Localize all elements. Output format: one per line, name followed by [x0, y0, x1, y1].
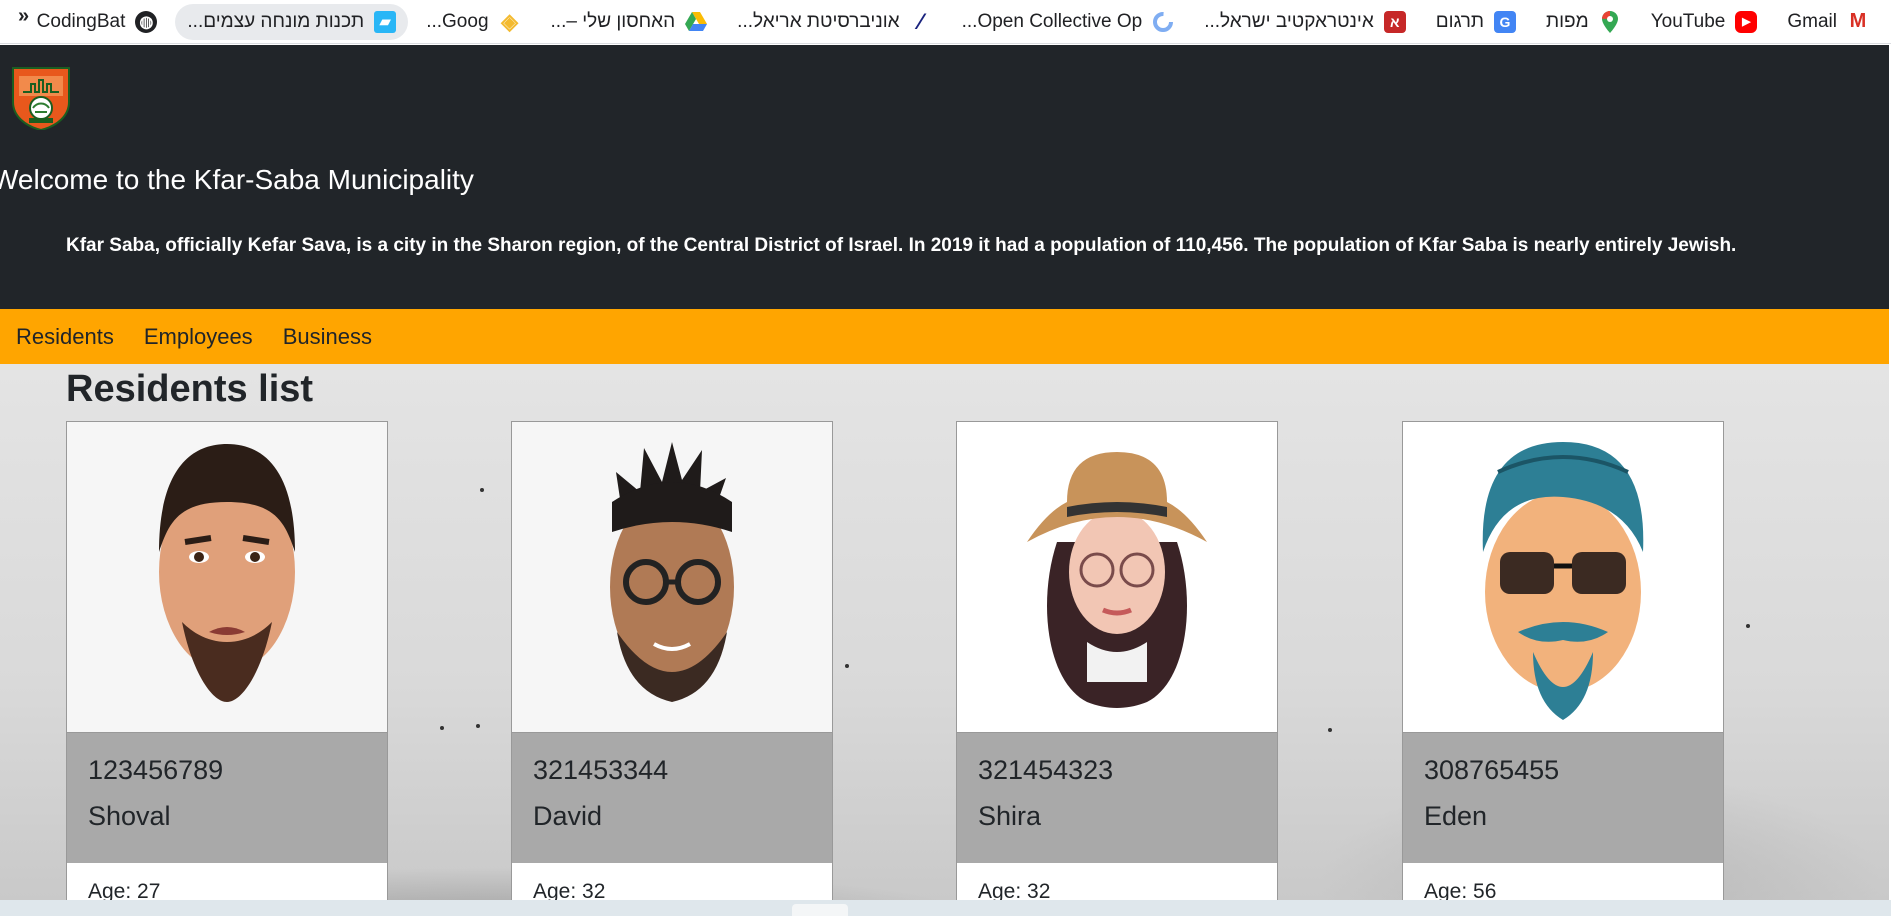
bookmark-youtube[interactable]: ▶ YouTube [1639, 4, 1770, 40]
resident-id: 321453344 [533, 755, 669, 785]
bookmark-label: Open Collective Op... [961, 10, 1143, 32]
bookmark-label: CodingBat [36, 10, 126, 32]
resident-photo [1403, 422, 1723, 733]
background-speck [440, 726, 444, 730]
bookmark-translate[interactable]: G תרגום [1424, 4, 1528, 40]
resident-id: 321454323 [978, 755, 1114, 785]
nav-employees[interactable]: Employees [144, 324, 253, 350]
resident-avatar-david [610, 442, 734, 702]
resident-id: 308765455 [1424, 755, 1560, 785]
globe-icon: ◍ [135, 10, 158, 33]
bookmark-label: YouTube [1650, 10, 1726, 32]
kfar-saba-logo [12, 67, 70, 130]
background-speck [1746, 624, 1750, 628]
bookmark-interactive[interactable]: א אינטראקטיב ישראל... [1192, 4, 1418, 40]
opencollective-icon [1152, 11, 1174, 33]
resident-avatar-shira [1027, 452, 1207, 708]
translate-icon: G [1493, 10, 1516, 33]
site-header: Welcome to the Kfar-Saba Municipality Kf… [0, 45, 1891, 309]
maps-icon [1599, 10, 1621, 33]
residents-section: Residents list 123456789 Shoval Age: 27 [0, 364, 1891, 900]
city-intro-text: Kfar Saba, officially Kefar Sava, is a c… [66, 235, 1737, 256]
resident-card[interactable]: 123456789 Shoval Age: 27 [66, 421, 388, 900]
resident-name: Eden [1424, 801, 1488, 831]
bookmark-binance[interactable]: ◈ Goog... [414, 4, 532, 40]
bookmark-label: האחסון שלי –... [550, 10, 676, 32]
background-speck [480, 488, 484, 492]
bookmark-ariel[interactable]: ⁄ אוניברסיטת אריאל... [725, 4, 943, 40]
course-icon: ▰ [374, 10, 397, 33]
resident-card[interactable]: 321453344 David Age: 32 [511, 421, 833, 900]
resident-name: David [533, 801, 603, 831]
bookmark-codingbat[interactable]: ◍ CodingBat [25, 4, 170, 40]
bookmark-maps[interactable]: מפות [1534, 4, 1633, 40]
page-title: Residents list [66, 368, 314, 410]
resident-info: 123456789 Shoval [67, 733, 387, 863]
resident-photo [67, 422, 387, 733]
resident-photo [512, 422, 832, 733]
nav-residents[interactable]: Residents [16, 324, 114, 350]
resident-card[interactable]: 321454323 Shira Age: 32 [956, 421, 1278, 900]
resident-photo [957, 422, 1277, 733]
resident-info: 321454323 Shira [957, 733, 1277, 863]
bookmark-label: Goog... [426, 10, 489, 32]
resident-info: 308765455 Eden [1403, 733, 1723, 863]
more-bookmarks-button[interactable]: » [18, 0, 29, 32]
resident-age: Age: 27 [88, 880, 161, 900]
bookmark-label: אוניברסיטת אריאל... [737, 10, 900, 32]
background-speck [476, 724, 480, 728]
nav-business[interactable]: Business [283, 324, 372, 350]
resident-age: Age: 56 [1424, 880, 1497, 900]
drive-icon [685, 11, 708, 33]
bookmark-course[interactable]: ▰ תכנות מונחה עצמים... [175, 3, 409, 40]
ariel-icon: ⁄ [918, 8, 923, 34]
resident-id: 123456789 [88, 755, 224, 785]
welcome-heading: Welcome to the Kfar-Saba Municipality [0, 163, 474, 195]
resident-info: 321453344 David [512, 733, 832, 863]
resident-name: Shira [978, 801, 1042, 831]
resident-avatar-shoval [159, 444, 295, 702]
gmail-icon: M [1847, 10, 1869, 33]
resident-avatar-eden [1482, 442, 1644, 720]
bookmark-label: Gmail [1787, 10, 1837, 32]
bookmark-label: תרגום [1435, 10, 1484, 32]
youtube-icon: ▶ [1735, 10, 1758, 33]
taskbar-strip [0, 900, 1891, 916]
resident-name: Shoval [88, 801, 171, 831]
bookmark-label: אינטראקטיב ישראל... [1204, 10, 1374, 32]
bookmark-gmail[interactable]: M Gmail [1775, 4, 1881, 40]
main-nav: Residents Employees Business [0, 309, 1891, 364]
binance-icon: ◈ [501, 8, 518, 34]
resident-age: Age: 32 [533, 880, 606, 900]
resident-card[interactable]: 308765455 Eden Age: 56 [1402, 421, 1724, 900]
bookmark-label: תכנות מונחה עצמים... [187, 10, 365, 32]
resident-age: Age: 32 [978, 880, 1051, 900]
interactive-icon: א [1383, 10, 1406, 33]
bookmark-drive[interactable]: האחסון שלי –... [539, 4, 720, 40]
background-speck [1328, 728, 1332, 732]
taskbar-tab[interactable] [792, 904, 848, 916]
background-speck [845, 664, 849, 668]
bookmark-label: מפות [1545, 10, 1589, 32]
bookmarks-bar: M Gmail ▶ YouTube מפות G תרגום א אינטראק… [0, 0, 1891, 44]
bookmark-opencollective[interactable]: Open Collective Op... [950, 4, 1187, 40]
